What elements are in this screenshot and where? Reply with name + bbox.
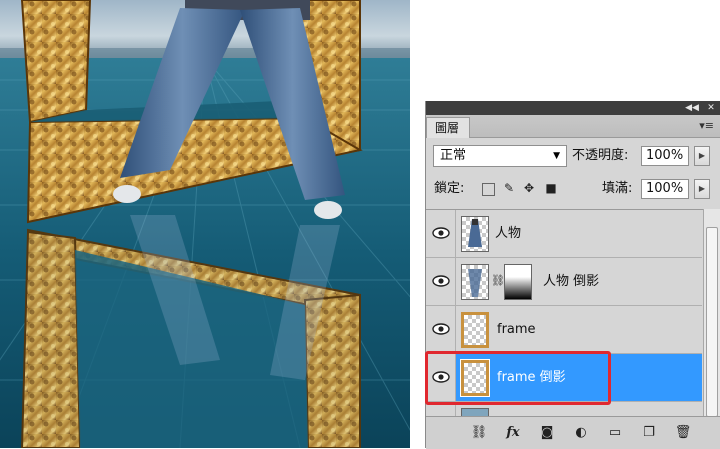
lock-position-icon[interactable]: ✥	[522, 181, 536, 195]
layer-mask-thumbnail[interactable]	[504, 264, 532, 300]
layer-name: frame	[497, 322, 536, 337]
visibility-eye-icon[interactable]	[426, 306, 456, 353]
layer-thumbnail	[460, 359, 490, 397]
fill-slider-arrow-icon[interactable]: ▶	[694, 179, 710, 199]
fill-input[interactable]: 100%	[641, 179, 689, 199]
layer-name: frame 倒影	[497, 370, 566, 385]
layer-row-person-reflection[interactable]: ⛓ 人物 倒影	[426, 258, 702, 306]
opacity-input[interactable]: 100%	[641, 146, 689, 166]
lock-fill-row: 鎖定: ✎ ✥ ■ 填滿: 100% ▶	[426, 178, 720, 202]
panel-footer: ⛓ fx ◙ ◐ ▭ ❐ 🗑	[426, 416, 720, 449]
layers-scrollbar[interactable]	[703, 209, 720, 448]
visibility-eye-icon[interactable]	[426, 210, 456, 257]
lock-image-pixels-icon[interactable]: ✎	[502, 181, 516, 195]
tab-bar: 圖層 ▾≡	[426, 115, 720, 138]
panel-menu-icon[interactable]: ▾≡	[699, 119, 714, 132]
mask-link-chain-icon[interactable]: ⛓	[491, 274, 505, 287]
layers-panel: ◀◀ ✕ 圖層 ▾≡ 正常 ▼ 不透明度: 100% ▶ 鎖定: ✎ ✥ ■ 填…	[425, 101, 720, 449]
opacity-slider-arrow-icon[interactable]: ▶	[694, 146, 710, 166]
lock-transparent-pixels-icon[interactable]	[482, 183, 495, 196]
layer-row-frame-reflection[interactable]: frame 倒影	[426, 354, 702, 402]
add-mask-icon[interactable]: ◙	[538, 425, 556, 441]
blend-opacity-row: 正常 ▼ 不透明度: 100% ▶	[426, 145, 720, 169]
layer-row-person[interactable]: 人物	[426, 210, 702, 258]
tab-layers[interactable]: 圖層	[426, 117, 471, 138]
layer-row-frame[interactable]: frame	[426, 306, 702, 354]
layers-list: 人物 ⛓ 人物 倒影 frame frame 倒影	[426, 209, 720, 449]
close-icon[interactable]: ✕	[704, 101, 718, 115]
fx-icon[interactable]: fx	[504, 425, 522, 441]
visibility-eye-icon[interactable]	[426, 354, 456, 401]
panel-titlebar: ◀◀ ✕	[426, 101, 720, 115]
layer-name: 人物	[495, 226, 522, 241]
opacity-label: 不透明度:	[572, 148, 629, 163]
scrollbar-thumb[interactable]	[706, 227, 718, 417]
new-layer-icon[interactable]: ❐	[640, 425, 658, 441]
fill-label: 填滿:	[602, 181, 633, 196]
photo-scene	[0, 0, 410, 448]
layer-thumbnail	[461, 312, 489, 348]
dropdown-arrow-icon: ▼	[553, 151, 560, 161]
blend-mode-value: 正常	[440, 148, 467, 163]
layer-thumbnail	[461, 216, 489, 252]
link-layers-icon[interactable]: ⛓	[470, 425, 488, 441]
layer-thumbnail	[461, 264, 489, 300]
collapse-double-arrow-icon[interactable]: ◀◀	[684, 101, 700, 115]
layer-name: 人物 倒影	[543, 274, 600, 289]
visibility-eye-icon[interactable]	[426, 258, 456, 305]
trash-icon[interactable]: 🗑	[674, 425, 692, 441]
blend-mode-select[interactable]: 正常 ▼	[433, 145, 567, 167]
new-group-icon[interactable]: ▭	[606, 425, 624, 441]
adjustment-layer-icon[interactable]: ◐	[572, 425, 590, 441]
canvas-image	[0, 0, 410, 448]
lock-all-icon[interactable]: ■	[544, 181, 558, 195]
lock-label: 鎖定:	[434, 181, 465, 196]
